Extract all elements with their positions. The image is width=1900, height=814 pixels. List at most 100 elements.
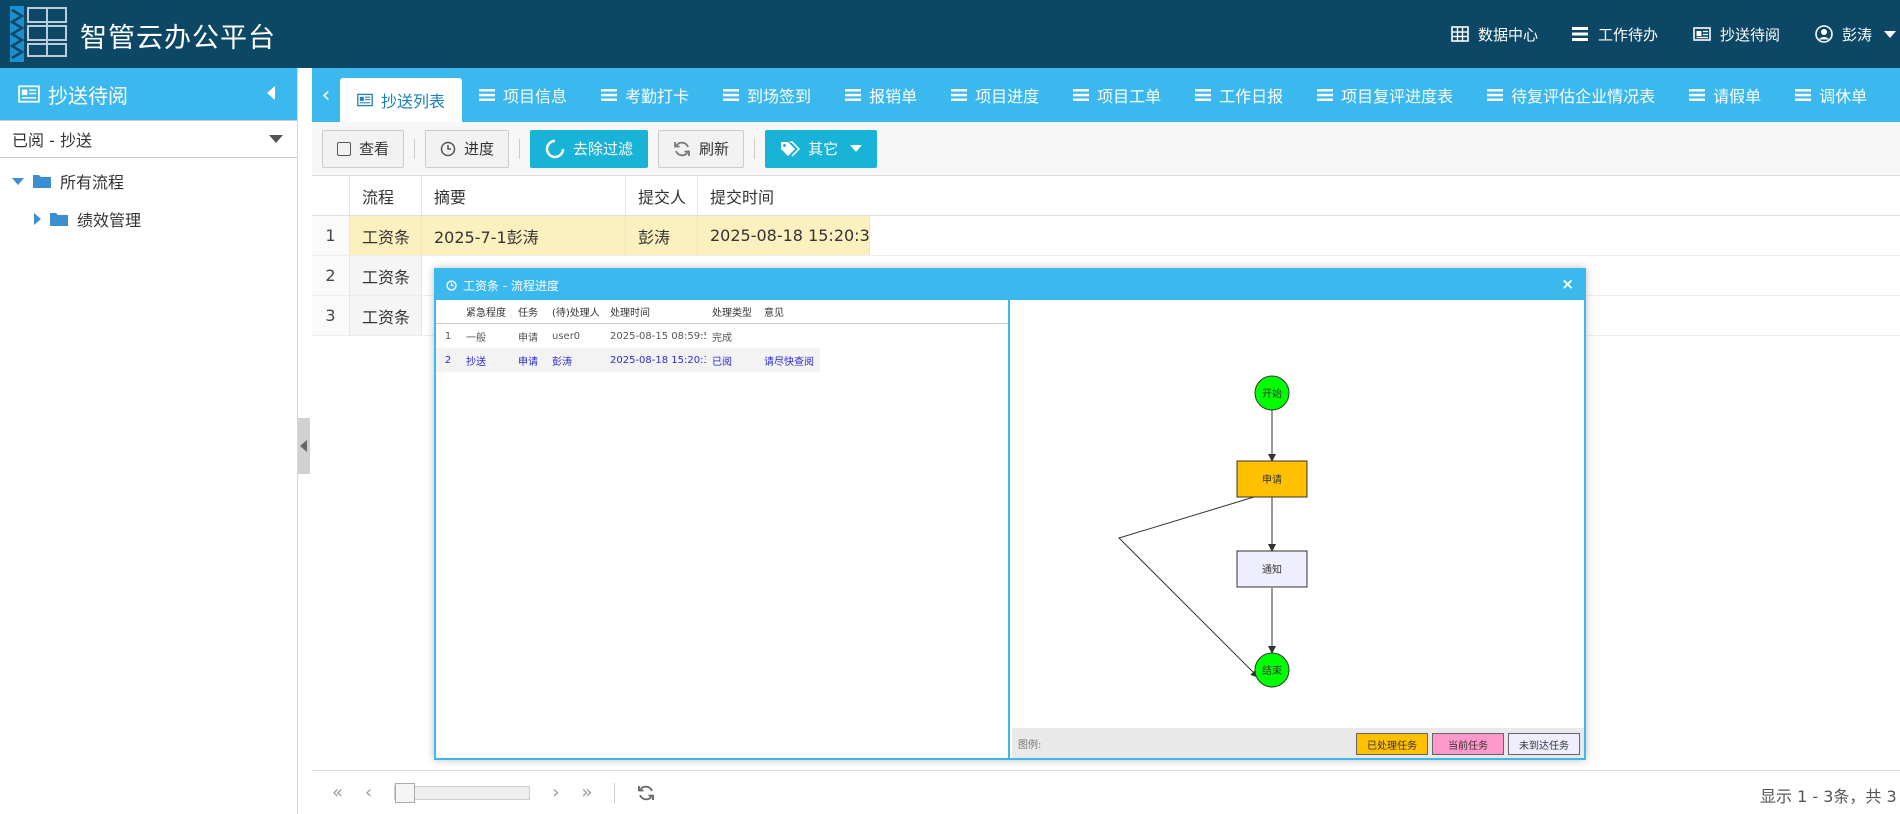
column-header[interactable]: 紧急程度 [460,304,512,319]
tab-scroll-left-icon[interactable]: ‹ [312,68,340,122]
column-header[interactable]: 提交人 [626,176,698,215]
list-icon [845,89,862,101]
list-icon [1317,89,1334,101]
tab-reimbursement[interactable]: 报销单 [828,68,934,122]
list-icon [723,89,740,101]
list-icon [479,89,496,101]
tab-time-off[interactable]: 调休单 [1778,68,1884,122]
history-row[interactable]: 1 一般 申请 user0 2025-08-15 08:59:56 完成 [436,324,1008,348]
cell-type: 完成 [712,332,732,344]
user-circle-icon [1815,25,1833,43]
view-button[interactable]: 查看 [322,129,405,168]
tab-label: 项目工单 [1097,87,1162,106]
tab-pending-review[interactable]: 待复评估企业情况表 [1470,68,1672,122]
sidebar: 抄送待阅 已阅 - 抄送 所有流程 绩效管理 [0,68,298,814]
first-page-icon[interactable]: « [332,782,343,803]
toolbar-separator [414,138,416,159]
column-header[interactable]: 处理时间 [604,304,706,319]
tree-label: 所有流程 [60,173,125,192]
close-icon[interactable]: × [1561,275,1574,293]
column-header[interactable]: 处理类型 [706,304,758,319]
clear-filter-button[interactable]: 去除过滤 [530,129,649,168]
cell-time: 2025-08-18 15:20:33 [698,216,870,255]
list-icon [951,89,968,101]
next-page-icon[interactable]: › [552,782,559,803]
nav-label: 工作待办 [1598,25,1659,44]
node-start-label: 开始 [1262,387,1282,400]
sidebar-splitter[interactable] [298,418,310,474]
page-slider[interactable] [394,782,531,803]
node-start[interactable]: 开始 [1254,375,1290,411]
cell-urgency: 抄送 [466,356,486,368]
tab-attendance[interactable]: 考勤打卡 [584,68,706,122]
list-icon [1487,89,1504,101]
list-icon [1073,89,1090,101]
tab-project-ticket[interactable]: 项目工单 [1056,68,1178,122]
row-number: 2 [444,354,452,366]
top-header: 智管云办公平台 数据中心 工作待办 抄送待阅 彭涛 [0,0,1900,68]
refresh-icon[interactable] [637,784,655,802]
cell-summary: 2025-7-1彭涛 [422,216,626,255]
table-row[interactable]: 1 工资条 2025-7-1彭涛 彭涛 2025-08-18 15:20:33 [312,216,1900,256]
column-header[interactable]: 意见 [758,304,818,319]
tab-label: 工作日报 [1219,87,1284,106]
column-header[interactable]: 流程 [350,176,422,215]
other-dropdown-button[interactable]: 其它 [765,129,878,168]
row-number: 2 [312,256,350,295]
node-apply[interactable]: 申请 [1236,460,1308,498]
filter-select[interactable]: 已阅 - 抄送 [0,120,297,158]
legend-done: 已处理任务 [1356,733,1428,755]
legend-label: 图例: [1018,739,1042,751]
tab-cc-list[interactable]: 抄送列表 [340,78,463,122]
node-end[interactable]: 结束 [1254,652,1290,688]
tab-project-info[interactable]: 项目信息 [462,68,584,122]
tab-project-progress[interactable]: 项目进度 [934,68,1056,122]
user-name: 彭涛 [1842,25,1873,44]
collapsed-caret-icon[interactable] [34,213,41,225]
tree-node-all-flows[interactable]: 所有流程 [0,162,297,200]
rownum-header [312,176,350,215]
filter-select-value: 已阅 - 抄送 [12,131,92,150]
sidebar-header: 抄送待阅 [0,68,297,120]
refresh-button[interactable]: 刷新 [658,129,745,168]
column-header[interactable]: 任务 [512,304,546,319]
tab-leave[interactable]: 请假单 [1672,68,1778,122]
view-button-label: 查看 [359,140,390,158]
history-row[interactable]: 2 抄送 申请 彭涛 2025-08-18 15:20:33 已阅 请尽快查阅 [436,348,820,372]
cell-handler: 彭涛 [552,356,572,368]
cell-task: 申请 [518,332,538,344]
nav-data-center[interactable]: 数据中心 [1450,0,1538,68]
history-header: 紧急程度 任务 (待)处理人 处理时间 处理类型 意见 [436,300,1008,324]
toolbar: 查看 进度 去除过滤 刷新 其它 [312,122,1900,176]
nav-cc-pending[interactable]: 抄送待阅 [1692,0,1780,68]
cell-task: 申请 [518,356,538,368]
checkbox-icon [337,141,351,156]
tab-label: 抄送列表 [381,92,446,111]
tab-checkin[interactable]: 到场签到 [706,68,828,122]
tree-node-performance[interactable]: 绩效管理 [0,200,297,238]
legend-bar: 图例: 已处理任务 当前任务 未到达任务 [1012,728,1584,758]
tab-label: 报销单 [869,87,918,106]
row-number: 1 [444,330,452,342]
nav-label: 抄送待阅 [1720,25,1781,44]
last-page-icon[interactable]: » [581,782,592,803]
tab-daily-report[interactable]: 工作日报 [1178,68,1300,122]
progress-button[interactable]: 进度 [425,129,510,168]
nav-todo[interactable]: 工作待办 [1570,0,1658,68]
tab-review-progress[interactable]: 项目复评进度表 [1300,68,1470,122]
cell-time: 2025-08-18 15:20:33 [610,354,706,366]
tab-bar: ‹ 抄送列表 项目信息 考勤打卡 到场签到 报销单 项目进度 项目工单 工作日报… [312,68,1900,122]
column-header[interactable]: 摘要 [422,176,626,215]
column-header[interactable]: (待)处理人 [546,304,604,319]
collapse-left-icon[interactable] [267,86,275,100]
legend-pending: 未到达任务 [1508,733,1580,755]
user-menu[interactable]: 彭涛 [1814,0,1897,68]
clock-icon [440,141,456,156]
expanded-caret-icon[interactable] [12,177,24,185]
node-notify[interactable]: 通知 [1236,550,1308,588]
column-header[interactable]: 提交时间 [698,176,870,215]
tags-icon [781,140,801,157]
prev-page-icon[interactable]: ‹ [365,782,372,803]
dialog-title: 工资条 - 流程进度 [463,278,559,293]
page-slider-thumb[interactable] [395,782,416,803]
